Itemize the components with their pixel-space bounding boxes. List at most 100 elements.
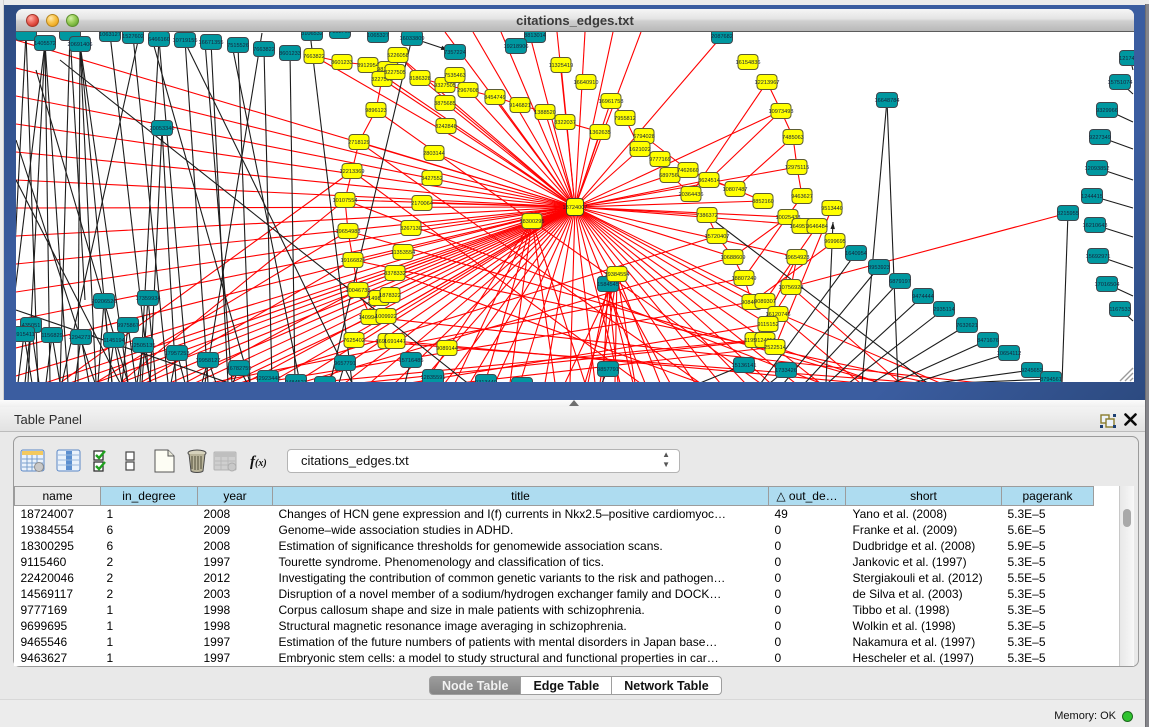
svg-text:2967608: 2967608 bbox=[457, 88, 479, 94]
svg-text:1244415: 1244415 bbox=[1081, 194, 1103, 200]
svg-text:12923448: 12923448 bbox=[256, 376, 281, 382]
svg-text:1065327: 1065327 bbox=[367, 33, 389, 39]
svg-text:7357224: 7357224 bbox=[444, 50, 466, 56]
svg-text:2522514: 2522514 bbox=[764, 345, 786, 351]
svg-text:12942737: 12942737 bbox=[69, 335, 94, 341]
svg-text:9699695: 9699695 bbox=[824, 239, 846, 245]
svg-text:16033809: 16033809 bbox=[400, 36, 425, 42]
svg-text:8813014: 8813014 bbox=[524, 33, 546, 39]
svg-text:8471676: 8471676 bbox=[977, 338, 999, 344]
svg-text:16961758: 16961758 bbox=[599, 99, 624, 105]
svg-text:10046738: 10046738 bbox=[346, 288, 371, 294]
svg-text:18300295: 18300295 bbox=[520, 219, 545, 225]
svg-text:9484521: 9484521 bbox=[285, 380, 307, 382]
svg-text:9513440: 9513440 bbox=[821, 206, 843, 212]
svg-text:9327505: 9327505 bbox=[434, 83, 456, 89]
svg-text:f(x): f(x) bbox=[250, 454, 267, 470]
svg-text:9245652: 9245652 bbox=[1021, 368, 1043, 374]
svg-text:18807249: 18807249 bbox=[732, 276, 757, 282]
svg-text:11353554: 11353554 bbox=[391, 250, 415, 256]
svg-text:1733426: 1733426 bbox=[775, 368, 797, 374]
svg-text:9329966: 9329966 bbox=[1096, 108, 1118, 114]
svg-text:9777169: 9777169 bbox=[649, 157, 671, 163]
svg-text:15692971: 15692971 bbox=[1086, 254, 1111, 260]
svg-text:16210643: 16210643 bbox=[1083, 223, 1108, 229]
svg-text:1388520: 1388520 bbox=[534, 110, 556, 116]
svg-text:17359934: 17359934 bbox=[136, 296, 161, 302]
svg-text:6466160: 6466160 bbox=[148, 37, 170, 43]
svg-text:16154836: 16154836 bbox=[736, 60, 761, 66]
svg-text:8912954: 8912954 bbox=[357, 63, 379, 69]
svg-text:2170064: 2170064 bbox=[411, 201, 433, 207]
svg-text:8601233: 8601233 bbox=[279, 51, 301, 57]
svg-text:9227349: 9227349 bbox=[1089, 135, 1111, 141]
svg-text:19654983: 19654983 bbox=[336, 229, 361, 235]
svg-text:7535463: 7535463 bbox=[444, 73, 466, 79]
svg-text:16782759: 16782759 bbox=[227, 366, 252, 372]
svg-text:10654112: 10654112 bbox=[997, 351, 1021, 357]
svg-text:8601233: 8601233 bbox=[331, 60, 353, 66]
svg-text:15751074: 15751074 bbox=[1108, 80, 1133, 86]
svg-text:1167533: 1167533 bbox=[1109, 307, 1130, 313]
svg-text:3267130: 3267130 bbox=[400, 226, 422, 232]
svg-text:1584545: 1584545 bbox=[597, 282, 619, 288]
svg-text:8186328: 8186328 bbox=[409, 76, 431, 82]
svg-text:1621022: 1621022 bbox=[629, 147, 651, 153]
svg-text:2935114: 2935114 bbox=[933, 307, 954, 313]
svg-text:10719155: 10719155 bbox=[173, 38, 198, 44]
svg-text:16671355: 16671355 bbox=[199, 40, 224, 46]
svg-text:10688609: 10688609 bbox=[721, 255, 746, 261]
svg-text:7515526: 7515526 bbox=[227, 43, 249, 49]
svg-text:3624514: 3624514 bbox=[698, 178, 720, 184]
svg-text:3215955: 3215955 bbox=[1057, 211, 1079, 217]
svg-text:1156829: 1156829 bbox=[41, 333, 62, 339]
svg-text:20206526: 20206526 bbox=[92, 299, 117, 305]
svg-text:7632621: 7632621 bbox=[956, 323, 978, 329]
svg-text:8794561: 8794561 bbox=[1040, 377, 1062, 382]
svg-text:1145194: 1145194 bbox=[103, 338, 124, 344]
svg-text:19166825: 19166825 bbox=[341, 258, 366, 264]
svg-text:7663822: 7663822 bbox=[253, 47, 275, 53]
svg-text:9089307: 9089307 bbox=[754, 299, 776, 305]
svg-text:9463627: 9463627 bbox=[791, 194, 813, 200]
svg-text:1362635: 1362635 bbox=[589, 130, 611, 136]
svg-text:20053346: 20053346 bbox=[150, 126, 175, 132]
svg-text:12213967: 12213967 bbox=[755, 80, 780, 86]
svg-text:7462660: 7462660 bbox=[677, 168, 699, 174]
svg-text:6794028: 6794028 bbox=[633, 134, 655, 140]
svg-text:1527602: 1527602 bbox=[122, 34, 144, 40]
svg-text:7485063: 7485063 bbox=[782, 135, 804, 141]
svg-text:9474444: 9474444 bbox=[912, 294, 934, 300]
svg-text:8378332: 8378332 bbox=[384, 271, 406, 277]
svg-text:17016504: 17016504 bbox=[1095, 282, 1120, 288]
svg-text:9115152: 9115152 bbox=[757, 322, 778, 328]
svg-text:19654923: 19654923 bbox=[785, 255, 810, 261]
svg-text:12213369: 12213369 bbox=[340, 169, 365, 175]
svg-text:3227505: 3227505 bbox=[384, 70, 406, 76]
svg-text:10973493: 10973493 bbox=[769, 109, 794, 115]
svg-text:8454749: 8454749 bbox=[484, 95, 506, 101]
svg-text:7386372: 7386372 bbox=[696, 213, 718, 219]
svg-text:12835591: 12835591 bbox=[421, 375, 446, 381]
svg-text:11325419: 11325419 bbox=[549, 63, 573, 69]
svg-text:12975115: 12975115 bbox=[785, 165, 809, 171]
svg-text:19958127: 19958127 bbox=[196, 358, 221, 364]
svg-text:9896123: 9896123 bbox=[365, 108, 387, 114]
svg-text:15136141: 15136141 bbox=[732, 363, 757, 369]
svg-text:1878322: 1878322 bbox=[379, 293, 401, 299]
svg-text:3427552: 3427552 bbox=[421, 176, 443, 182]
svg-text:3875685: 3875685 bbox=[434, 101, 456, 107]
svg-text:20364436: 20364436 bbox=[679, 192, 704, 198]
svg-text:1640954: 1640954 bbox=[845, 251, 867, 257]
svg-text:2087682: 2087682 bbox=[711, 34, 733, 40]
svg-text:6879197: 6879197 bbox=[889, 279, 911, 285]
svg-text:10107554: 10107554 bbox=[333, 198, 358, 204]
svg-text:3106532: 3106532 bbox=[301, 32, 323, 37]
svg-text:9146821: 9146821 bbox=[509, 103, 531, 109]
svg-text:15720407: 15720407 bbox=[705, 234, 730, 240]
svg-text:9657791: 9657791 bbox=[334, 361, 356, 367]
svg-text:9313440: 9313440 bbox=[475, 380, 497, 382]
svg-text:9975867: 9975867 bbox=[117, 323, 139, 329]
svg-text:7955812: 7955812 bbox=[614, 116, 636, 122]
svg-text:20691406: 20691406 bbox=[68, 42, 93, 48]
